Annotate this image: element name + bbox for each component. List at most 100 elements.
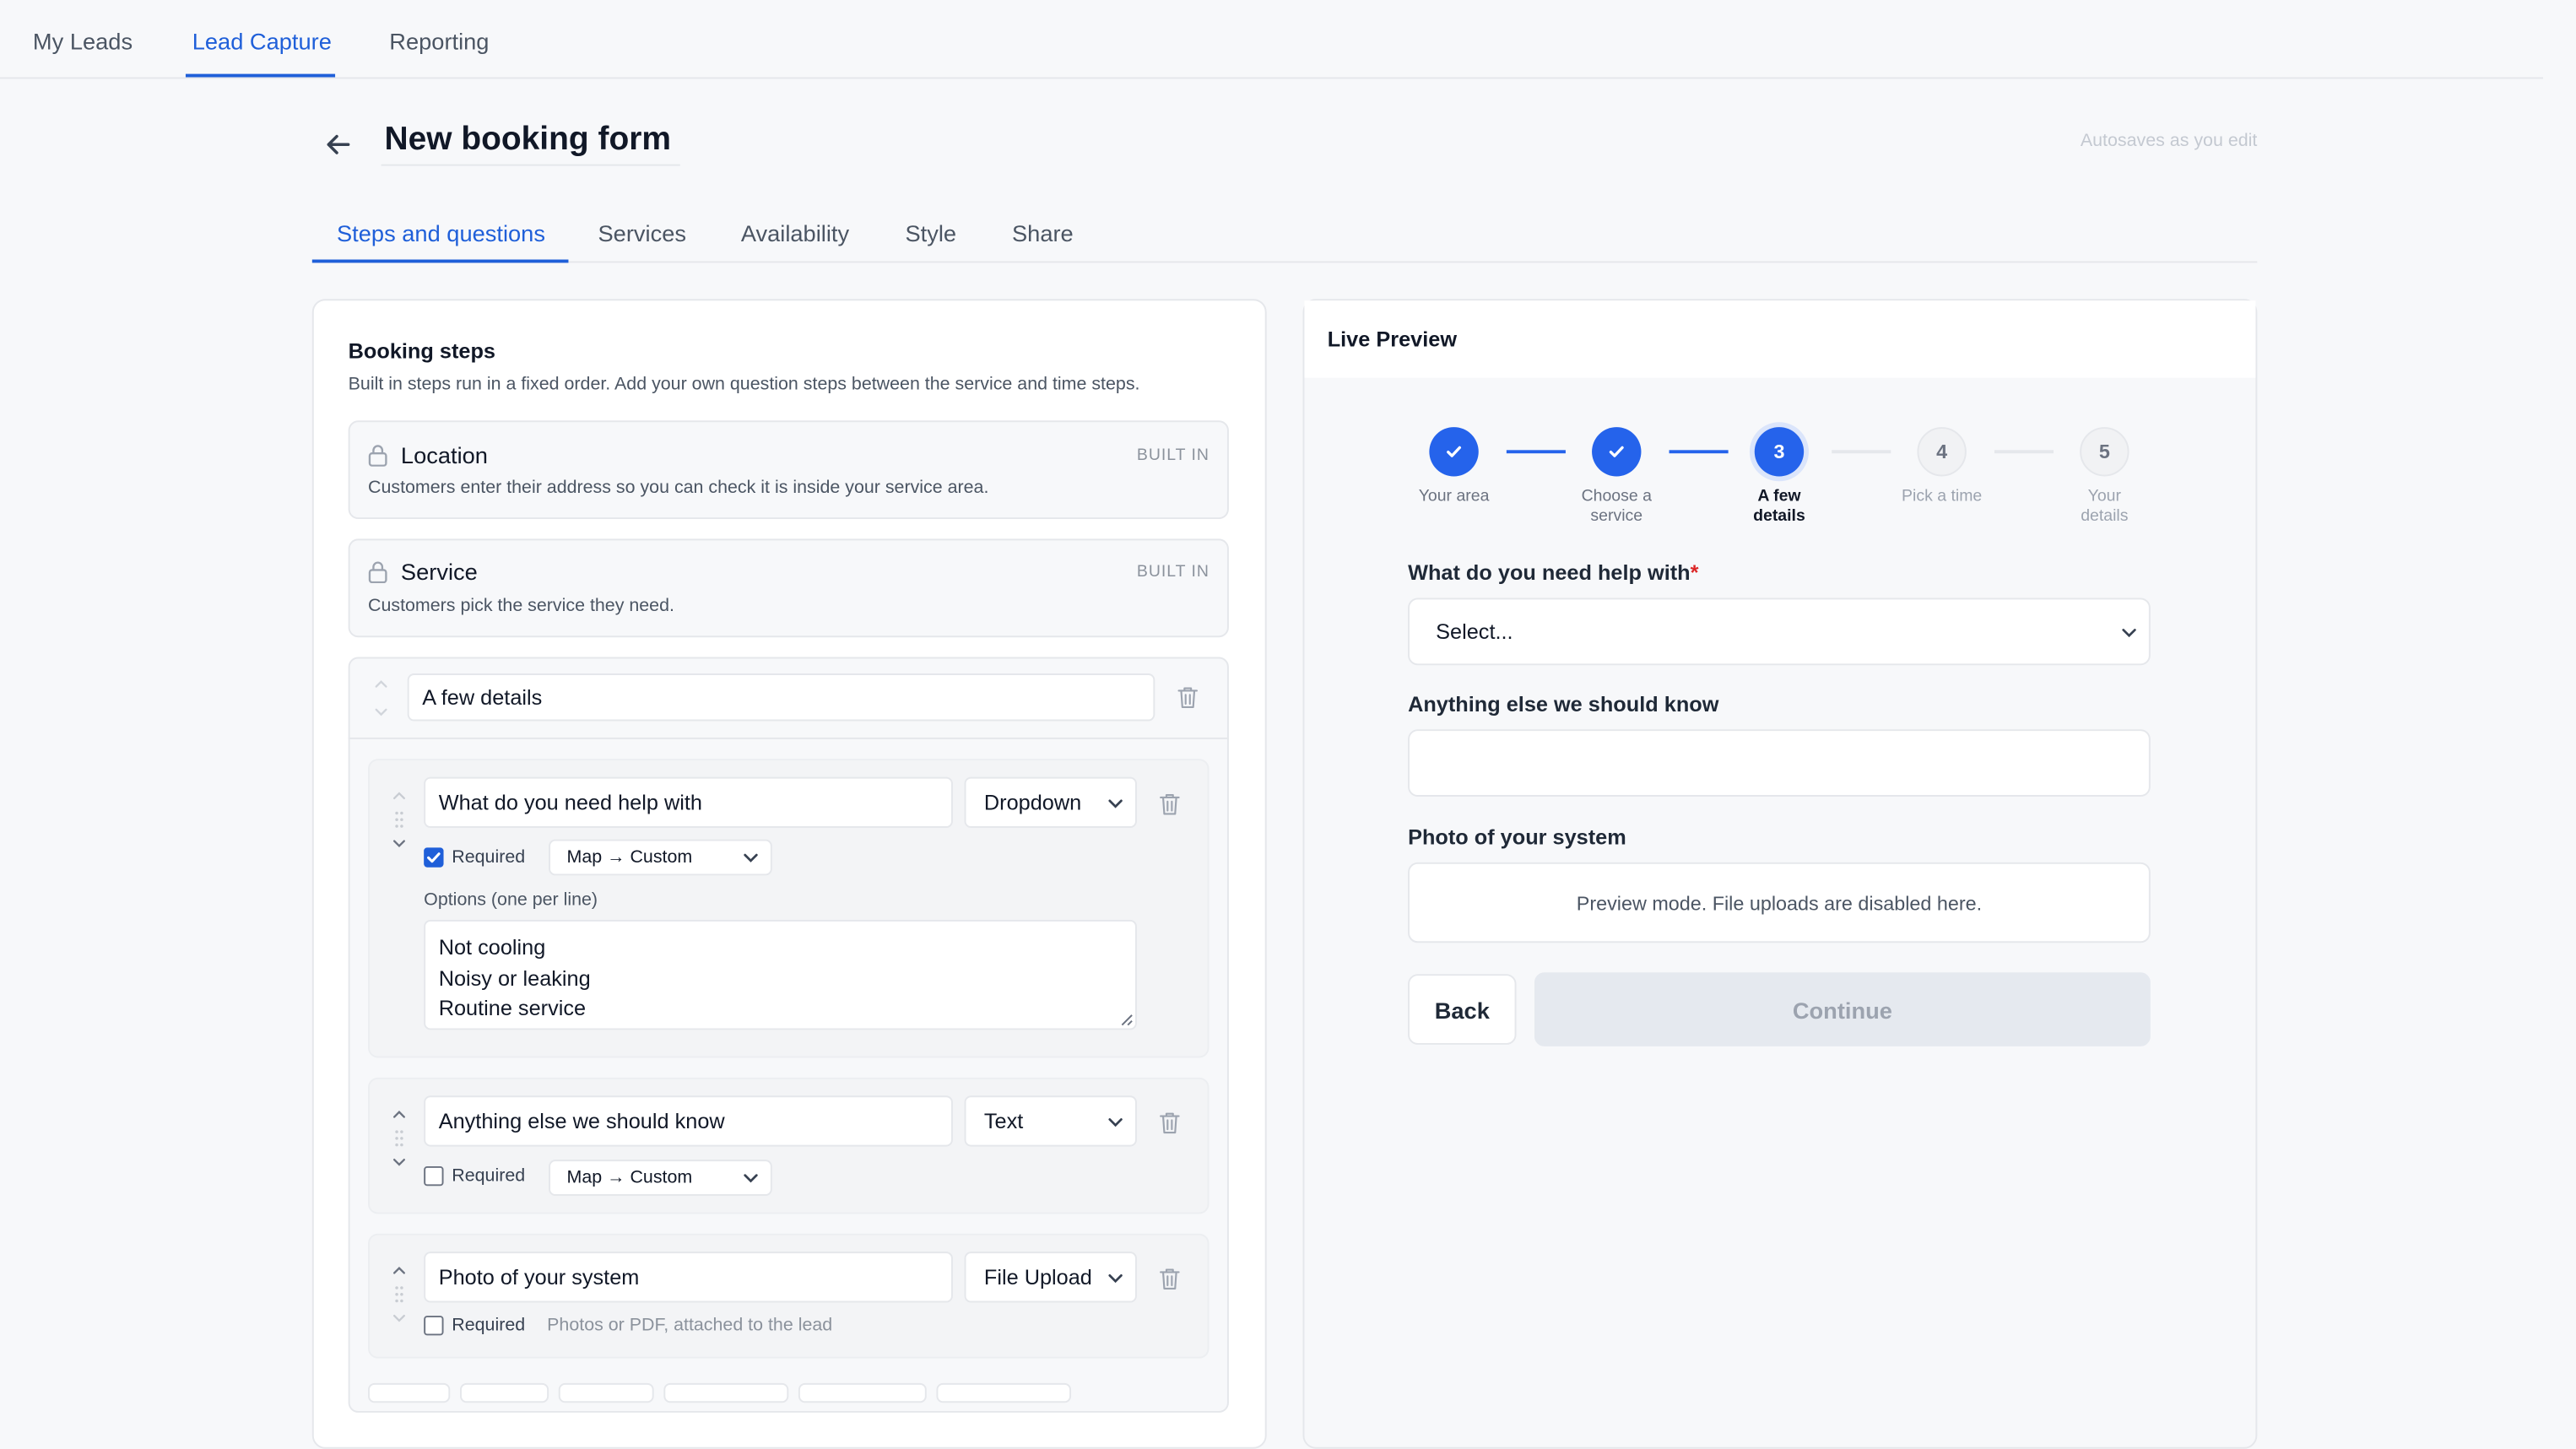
question-type-select[interactable]: File Upload xyxy=(964,1252,1137,1303)
preview-field-label: Anything else we should know xyxy=(1408,691,1719,716)
step-2-circle xyxy=(1592,427,1642,477)
question-type-select[interactable]: Text xyxy=(964,1095,1137,1147)
field-mapping-value: Map → Custom xyxy=(566,1167,693,1188)
live-preview-title: Live Preview xyxy=(1327,327,1458,352)
built-in-badge: BUILT IN xyxy=(1136,563,1210,582)
chevron-down-icon xyxy=(1108,1117,1123,1127)
preview-field-label: What do you need help with* xyxy=(1408,560,1698,585)
check-icon xyxy=(1609,446,1624,457)
preview-back-button[interactable]: Back xyxy=(1408,974,1517,1045)
check-icon xyxy=(1447,446,1462,457)
chevron-down-icon xyxy=(744,1174,758,1183)
booking-steps-description: Built in steps run in a fixed order. Add… xyxy=(348,374,1140,395)
step-3-label: A few details xyxy=(1713,488,1845,527)
autosave-status: Autosaves as you edit xyxy=(2080,131,2258,152)
builtin-step-title: Location xyxy=(400,441,488,468)
upload-hint: Photos or PDF, attached to the lead xyxy=(547,1316,833,1336)
preview-anything-else-input[interactable] xyxy=(1408,729,2151,797)
tab-share[interactable]: Share xyxy=(1012,220,1074,246)
builtin-step-location xyxy=(348,420,1229,520)
option-line: Noisy or leaking xyxy=(438,965,591,990)
step-1-circle xyxy=(1429,427,1479,477)
preview-field-label: Photo of your system xyxy=(1408,825,1626,850)
step-connector xyxy=(1506,450,1566,454)
resize-handle-icon[interactable] xyxy=(1120,1014,1134,1027)
sub-tab-active-indicator xyxy=(311,259,569,263)
step-1-label: Your area xyxy=(1418,488,1490,506)
chevron-down-icon xyxy=(1108,1273,1123,1283)
add-question-chip[interactable] xyxy=(936,1382,1072,1403)
step-5-label: Your details xyxy=(2038,488,2170,527)
question-label-input[interactable]: Anything else we should know xyxy=(424,1095,953,1147)
delete-step-trash-icon[interactable] xyxy=(1177,685,1199,710)
option-line: Not cooling xyxy=(438,934,546,960)
step-connector xyxy=(1669,450,1729,454)
step-2-label: Choose a service xyxy=(1550,488,1682,527)
step-5-label-text: Your details xyxy=(2081,488,2129,526)
delete-question-trash-icon[interactable] xyxy=(1158,792,1181,816)
nav-tab-my-leads[interactable]: My Leads xyxy=(33,28,133,54)
add-question-chip[interactable] xyxy=(459,1382,549,1403)
required-asterisk: * xyxy=(1690,560,1699,585)
nav-tab-reporting[interactable]: Reporting xyxy=(389,28,489,54)
nav-tab-lead-capture[interactable]: Lead Capture xyxy=(192,28,332,54)
lock-icon xyxy=(368,444,387,467)
step-3-circle: 3 xyxy=(1754,427,1805,477)
required-checkbox[interactable] xyxy=(424,1316,444,1336)
question-type-value: Text xyxy=(983,1108,1024,1134)
preview-continue-button[interactable]: Continue xyxy=(1534,972,2151,1046)
builtin-step-description: Customers enter their address so you can… xyxy=(367,478,989,498)
reorder-arrows-icon[interactable] xyxy=(389,1104,409,1173)
add-question-chip[interactable] xyxy=(367,1382,451,1403)
preview-select-placeholder: Select... xyxy=(1436,619,1513,644)
step-connector xyxy=(1832,450,1891,454)
delete-question-trash-icon[interactable] xyxy=(1158,1267,1181,1291)
options-label: Options (one per line) xyxy=(424,889,598,911)
builtin-step-title: Service xyxy=(400,558,478,585)
booking-steps-title: Booking steps xyxy=(348,338,495,364)
step-4-label: Pick a time xyxy=(1902,488,1983,506)
top-nav xyxy=(0,0,2544,79)
add-question-chip[interactable] xyxy=(558,1382,654,1403)
required-label: Required xyxy=(452,1165,526,1187)
question-label-input[interactable]: Photo of your system xyxy=(424,1252,953,1303)
required-checkbox[interactable] xyxy=(424,1165,444,1187)
tab-services[interactable]: Services xyxy=(598,220,685,246)
tab-availability[interactable]: Availability xyxy=(741,220,849,246)
reorder-arrows-icon[interactable] xyxy=(371,673,391,722)
field-mapping-select[interactable]: Map → Custom xyxy=(549,1160,772,1196)
reorder-arrows-icon[interactable] xyxy=(389,785,409,854)
required-checkbox[interactable] xyxy=(424,847,444,868)
tab-style[interactable]: Style xyxy=(905,220,956,246)
question-type-value: File Upload xyxy=(983,1264,1092,1290)
tab-steps-and-questions[interactable]: Steps and questions xyxy=(337,220,545,246)
question-type-value: Dropdown xyxy=(983,790,1082,815)
chevron-down-icon xyxy=(2122,628,2136,637)
step-2-label-text: Choose a service xyxy=(1581,488,1652,526)
field-mapping-select[interactable]: Map → Custom xyxy=(549,839,772,876)
question-type-select[interactable]: Dropdown xyxy=(964,776,1137,828)
check-icon xyxy=(427,852,441,863)
step-3-label-text: A few details xyxy=(1753,488,1805,526)
field-label-text: What do you need help with xyxy=(1408,560,1691,585)
step-connector xyxy=(1994,450,2054,454)
lock-icon xyxy=(368,560,387,583)
options-textarea[interactable]: Not cooling Noisy or leaking Routine ser… xyxy=(424,919,1137,1030)
step-name-input[interactable]: A few details xyxy=(407,673,1155,722)
preview-help-select[interactable]: Select... xyxy=(1408,597,2151,666)
question-label-input[interactable]: What do you need help with xyxy=(424,776,953,828)
title-underline xyxy=(381,164,680,166)
step-5-circle: 5 xyxy=(2080,427,2130,477)
delete-question-trash-icon[interactable] xyxy=(1158,1111,1181,1135)
back-arrow-icon[interactable] xyxy=(322,128,354,161)
add-question-chip[interactable] xyxy=(798,1382,927,1403)
add-question-chip[interactable] xyxy=(663,1382,789,1403)
builtin-step-description: Customers pick the service they need. xyxy=(367,596,674,616)
reorder-arrows-icon[interactable] xyxy=(389,1260,409,1329)
builtin-step-service xyxy=(348,538,1229,638)
required-label: Required xyxy=(452,847,526,868)
step-header-divider xyxy=(348,737,1229,739)
field-mapping-value: Map → Custom xyxy=(566,847,693,868)
page-title: New booking form xyxy=(384,122,672,158)
option-line: Routine service xyxy=(438,995,587,1020)
